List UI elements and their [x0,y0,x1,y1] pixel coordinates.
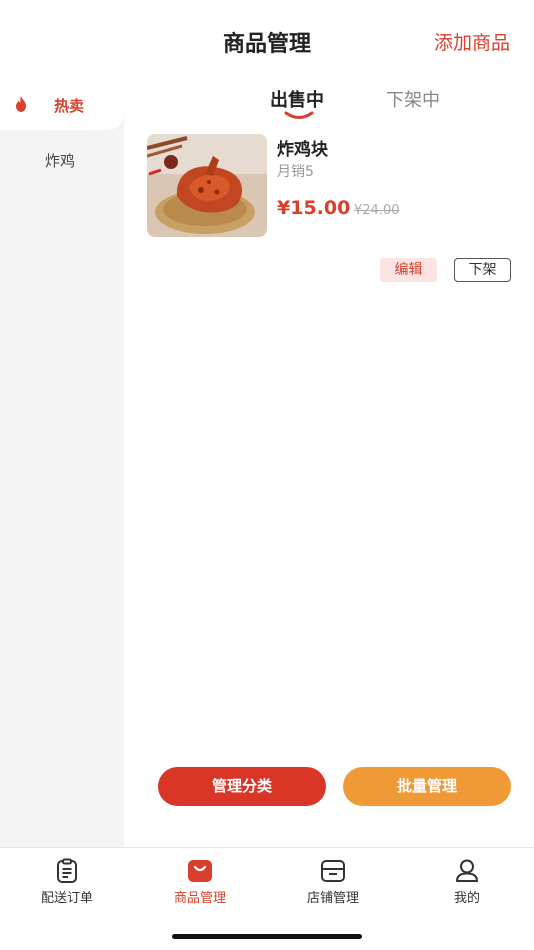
product-image [147,134,267,237]
original-price: ¥24.00 [354,203,400,218]
category-sidebar: 热卖 炸鸡 [0,80,124,847]
home-indicator [172,934,362,939]
tabbar-item-label: 配送订单 [40,891,93,906]
tabbar-item-label: 我的 [453,891,480,906]
sidebar-item-label: 炸鸡 [45,151,76,170]
monthly-sales: 月销5 [277,164,314,180]
tabbar-item-label: 商品管理 [173,891,226,906]
clipboard-icon [57,858,77,883]
tabbar-item-delivery-orders[interactable]: 配送订单 [17,858,117,908]
tab-delisted[interactable]: 下架中 [386,86,440,112]
add-product-button[interactable]: 添加商品 [434,28,510,55]
tabbar-item-store-management[interactable]: 店铺管理 [283,858,383,908]
tabbar-item-mine[interactable]: 我的 [417,858,517,908]
sidebar-item-hot[interactable]: 热卖 [0,80,124,130]
tabbar-item-product-management[interactable]: 商品管理 [150,858,250,908]
manage-category-button[interactable]: 管理分类 [158,767,326,806]
header: 商品管理 添加商品 [0,0,534,80]
product-price: ¥15.00 [277,197,351,219]
status-tabs: 出售中 下架中 [124,80,534,130]
store-icon [321,860,345,882]
batch-manage-button[interactable]: 批量管理 [343,767,511,806]
shopping-bag-icon [188,860,212,882]
edit-button[interactable]: 编辑 [380,258,437,282]
delist-button[interactable]: 下架 [454,258,511,282]
fire-icon [16,96,26,112]
sidebar-item-label: 热卖 [54,96,85,115]
tab-on-sale[interactable]: 出售中 [270,86,324,112]
tab-active-indicator [284,111,314,119]
user-icon [456,859,478,882]
product-name: 炸鸡块 [277,140,328,160]
tabbar-item-label: 店铺管理 [306,891,359,906]
product-card[interactable]: 炸鸡块 月销5 ¥15.00 ¥24.00 [147,134,517,244]
sidebar-item-fried-chicken[interactable]: 炸鸡 [0,135,124,185]
